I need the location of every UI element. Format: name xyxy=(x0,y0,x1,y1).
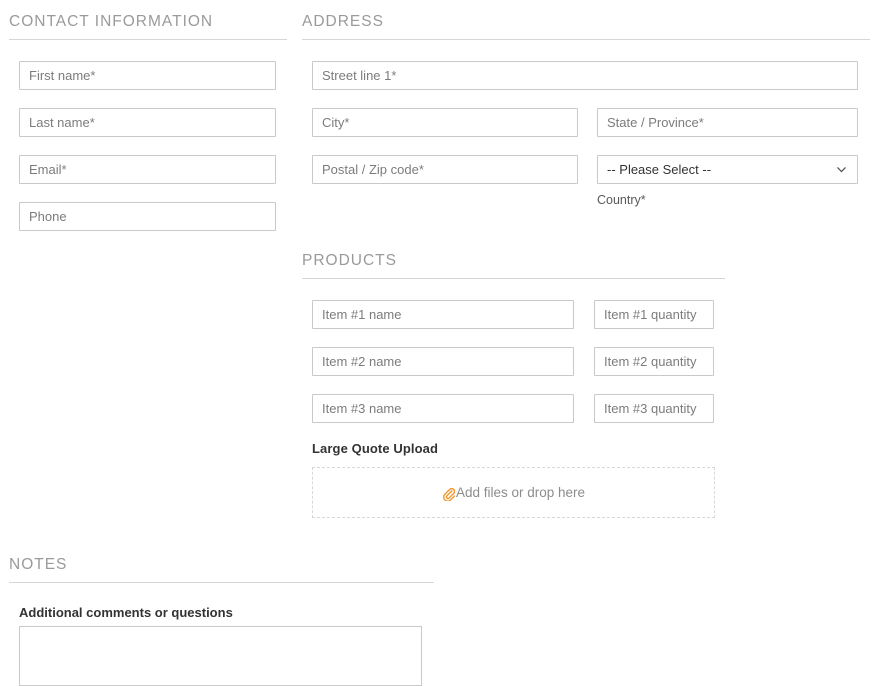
address-heading: ADDRESS xyxy=(302,13,384,30)
paperclip-icon xyxy=(442,487,455,501)
city-input[interactable] xyxy=(312,108,578,137)
contact-fields-group xyxy=(19,61,276,231)
contact-information-divider xyxy=(9,39,287,40)
file-dropzone[interactable]: Add files or drop here xyxy=(312,467,715,518)
notes-divider xyxy=(9,582,434,583)
contact-information-heading: CONTACT INFORMATION xyxy=(9,13,214,30)
state-province-input[interactable] xyxy=(597,108,858,137)
dropzone-content: Add files or drop here xyxy=(442,485,586,501)
product-row xyxy=(312,347,714,376)
notes-heading: NOTES xyxy=(9,556,68,573)
item-3-quantity-input[interactable] xyxy=(594,394,714,423)
country-select-wrapper[interactable]: -- Please Select -- xyxy=(597,155,858,184)
item-1-quantity-input[interactable] xyxy=(594,300,714,329)
product-row xyxy=(312,394,714,423)
email-input[interactable] xyxy=(19,155,276,184)
products-heading: PRODUCTS xyxy=(302,252,397,269)
country-select[interactable]: -- Please Select -- xyxy=(597,155,858,184)
quote-request-form: CONTACT INFORMATION ADDRESS -- Please Se… xyxy=(0,0,876,686)
additional-comments-label: Additional comments or questions xyxy=(19,605,233,620)
item-2-quantity-input[interactable] xyxy=(594,347,714,376)
item-1-name-input[interactable] xyxy=(312,300,574,329)
last-name-input[interactable] xyxy=(19,108,276,137)
country-label: Country* xyxy=(597,193,646,207)
large-quote-upload-label: Large Quote Upload xyxy=(312,441,439,456)
phone-input[interactable] xyxy=(19,202,276,231)
products-divider xyxy=(302,278,725,279)
item-2-name-input[interactable] xyxy=(312,347,574,376)
address-divider xyxy=(302,39,870,40)
street-line-1-input[interactable] xyxy=(312,61,858,90)
product-rows-group xyxy=(312,300,714,423)
dropzone-text: Add files or drop here xyxy=(455,485,586,500)
postal-zip-code-input[interactable] xyxy=(312,155,578,184)
first-name-input[interactable] xyxy=(19,61,276,90)
item-3-name-input[interactable] xyxy=(312,394,574,423)
additional-comments-textarea[interactable] xyxy=(19,626,422,686)
product-row xyxy=(312,300,714,329)
